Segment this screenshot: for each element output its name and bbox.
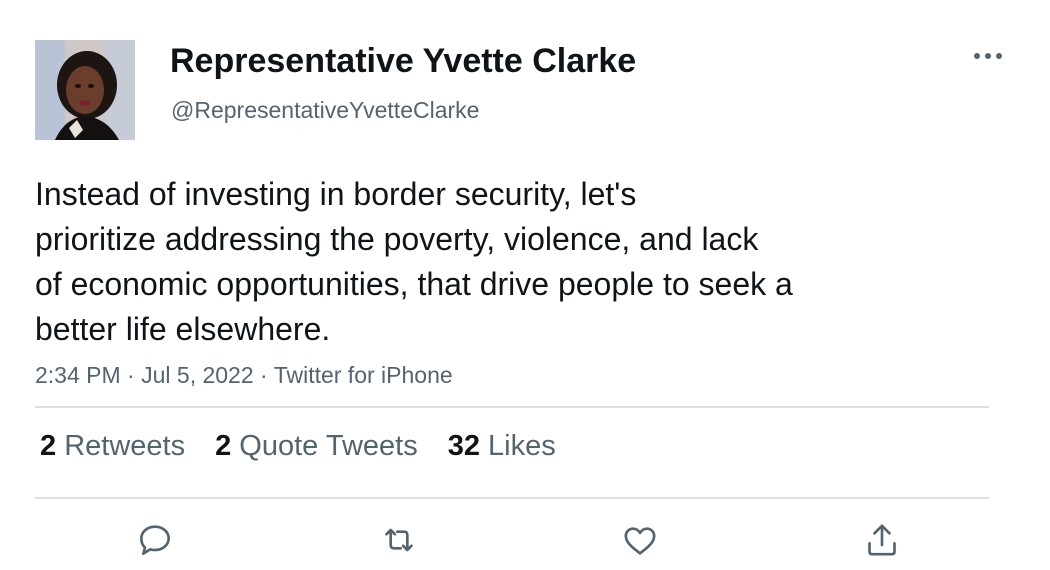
avatar[interactable] bbox=[35, 40, 135, 140]
tweet-source[interactable]: Twitter for iPhone bbox=[274, 362, 453, 388]
tweet-text-line: better life elsewhere. bbox=[35, 311, 331, 347]
author-handle[interactable]: @RepresentativeYvetteClarke bbox=[171, 97, 479, 124]
like-button[interactable] bbox=[618, 518, 662, 562]
meta-separator: · bbox=[260, 362, 274, 388]
tweet-date[interactable]: Jul 5, 2022 bbox=[141, 362, 254, 388]
quote-tweets-label: Quote Tweets bbox=[239, 430, 418, 462]
retweet-button[interactable] bbox=[377, 518, 421, 562]
retweets-stat[interactable]: 2 Retweets bbox=[40, 430, 185, 463]
reply-icon bbox=[140, 525, 170, 555]
separator-dot: · bbox=[127, 362, 135, 388]
more-options-button[interactable] bbox=[968, 38, 1008, 74]
tweet-text-line: Instead of investing in border security,… bbox=[35, 176, 637, 212]
retweets-label: Retweets bbox=[64, 430, 186, 462]
tweet-text: Instead of investing in border security,… bbox=[35, 172, 935, 352]
more-icon bbox=[974, 53, 1002, 59]
profile-photo bbox=[35, 40, 135, 140]
likes-stat[interactable]: 32 Likes bbox=[448, 430, 556, 463]
like-icon bbox=[624, 527, 656, 555]
tweet-time[interactable]: 2:34 PM bbox=[35, 362, 121, 388]
divider bbox=[35, 406, 989, 408]
share-button[interactable] bbox=[860, 518, 904, 562]
retweets-count: 2 bbox=[40, 430, 57, 462]
tweet-text-line: prioritize addressing the poverty, viole… bbox=[35, 221, 759, 257]
meta-separator: · bbox=[127, 362, 141, 388]
retweet-icon bbox=[385, 528, 413, 552]
likes-label: Likes bbox=[488, 430, 556, 462]
divider bbox=[35, 497, 989, 499]
engagement-stats: 2 Retweets 2 Quote Tweets 32 Likes bbox=[40, 430, 586, 463]
reply-button[interactable] bbox=[133, 518, 177, 562]
quote-tweets-stat[interactable]: 2 Quote Tweets bbox=[215, 430, 418, 463]
separator-dot: · bbox=[260, 362, 268, 388]
tweet-meta: 2:34 PM · Jul 5, 2022 · Twitter for iPho… bbox=[35, 362, 453, 389]
share-icon bbox=[868, 524, 896, 556]
likes-count: 32 bbox=[447, 430, 480, 462]
author-display-name[interactable]: Representative Yvette Clarke bbox=[170, 42, 636, 81]
quote-tweets-count: 2 bbox=[215, 430, 232, 462]
tweet-text-line: of economic opportunities, that drive pe… bbox=[35, 266, 793, 302]
